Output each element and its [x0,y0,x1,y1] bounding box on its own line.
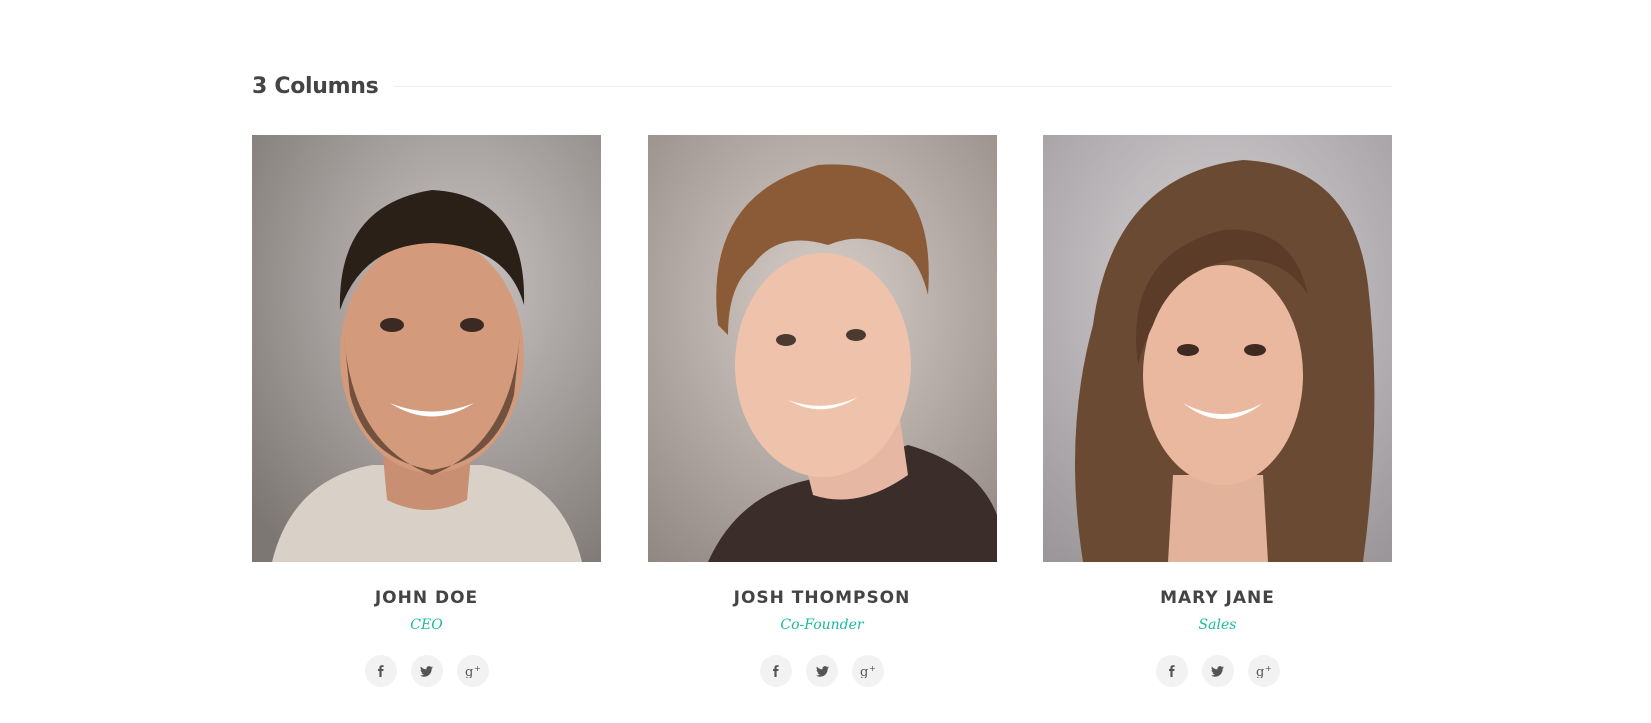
member-role: Co-Founder [780,617,864,633]
google-plus-icon[interactable]: g + [456,655,489,687]
heading-divider [394,85,1392,87]
svg-text:+: + [1265,664,1272,673]
twitter-icon[interactable] [1201,655,1234,687]
svg-text:g: g [1256,665,1264,678]
member-photo [252,135,601,562]
social-links: g + [252,655,601,687]
facebook-icon[interactable] [1155,655,1188,687]
team-member-card: JOHN DOE CEO g + [252,135,601,687]
team-grid: JOHN DOE CEO g + JOSH THOMPSON Co-Founde… [252,135,1392,687]
section-heading-row: 3 Columns [252,60,1392,112]
section-title: 3 Columns [252,73,379,99]
facebook-icon[interactable] [760,655,792,687]
social-links: g + [648,655,997,687]
member-photo [647,135,997,562]
google-plus-icon[interactable]: g + [852,655,884,687]
team-member-card: JOSH THOMPSON Co-Founder g + [647,135,997,687]
member-name: JOHN DOE [374,588,479,608]
svg-text:+: + [869,664,876,673]
social-links: g + [1043,655,1392,687]
member-name: JOSH THOMPSON [733,588,911,608]
twitter-icon[interactable] [410,655,443,687]
member-role: Sales [1198,617,1237,633]
member-role: CEO [410,617,443,633]
twitter-icon[interactable] [806,655,838,687]
facebook-icon[interactable] [364,655,397,687]
svg-text:+: + [474,664,481,673]
team-member-card: MARY JANE Sales g + [1043,135,1392,687]
member-photo [1043,135,1392,562]
svg-text:g: g [860,665,868,678]
svg-text:g: g [465,665,473,678]
google-plus-icon[interactable]: g + [1247,655,1280,687]
member-name: MARY JANE [1160,588,1275,608]
team-section: 3 Columns JOHN DOE CEO g + JOSH THOMPSON… [252,60,1392,687]
